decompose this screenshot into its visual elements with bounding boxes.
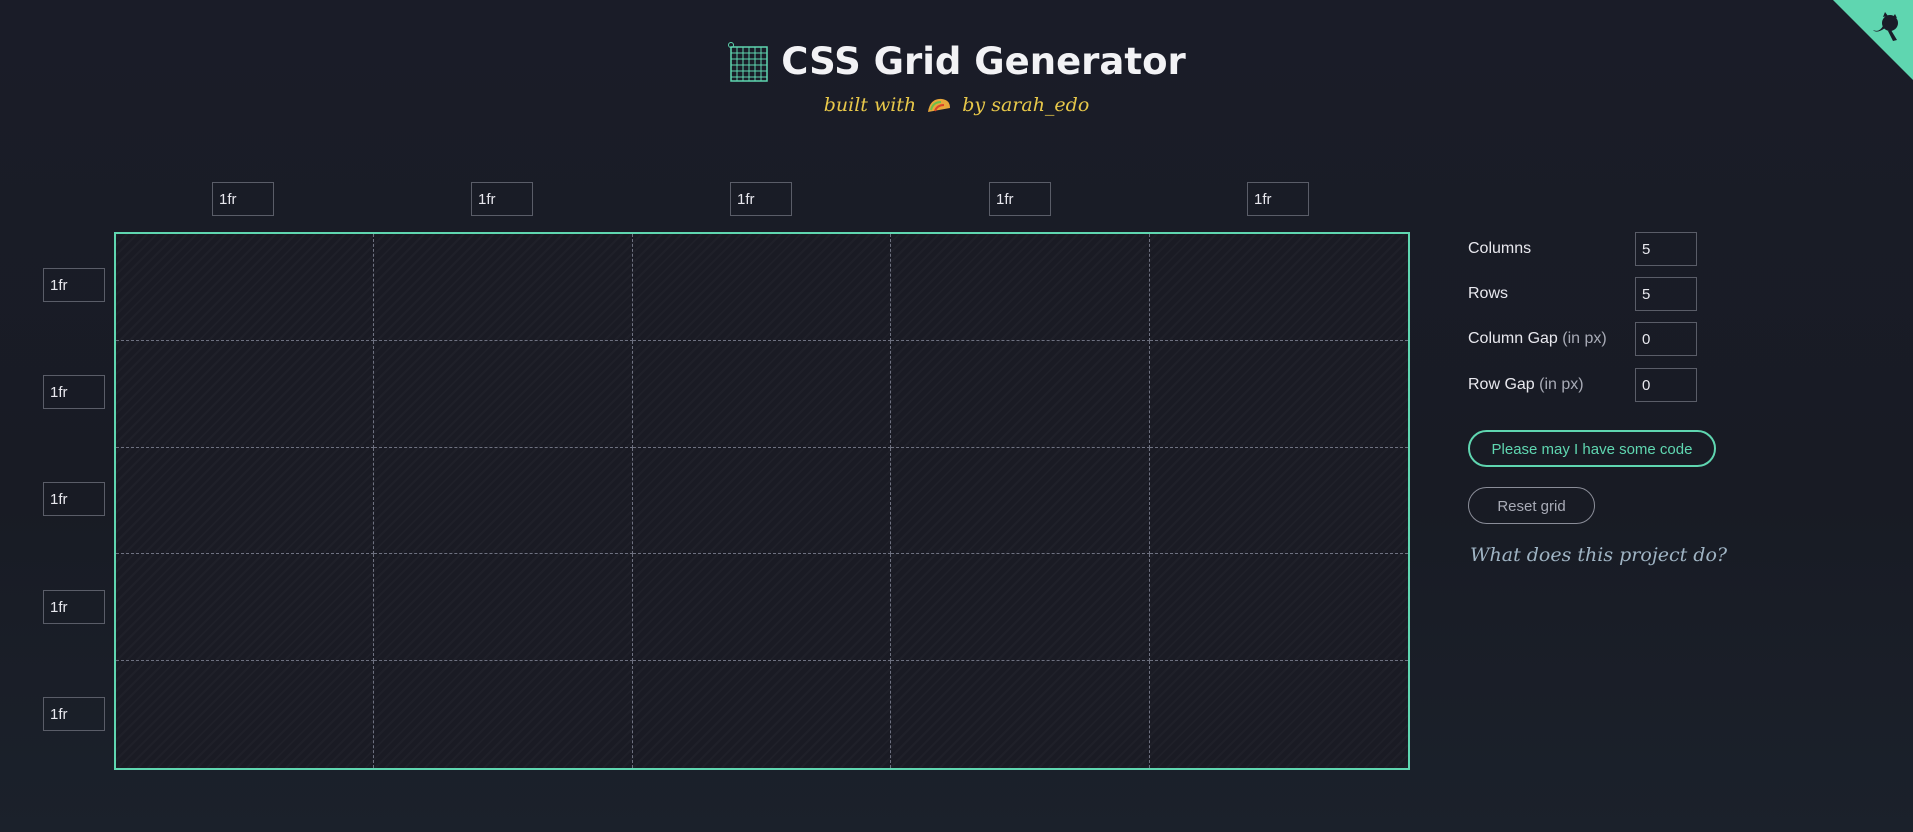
grid-cell[interactable] [891, 340, 1150, 448]
project-info-link[interactable]: What does this project do? [1470, 544, 1727, 566]
grid-cell[interactable] [374, 661, 633, 768]
grid-cell[interactable] [374, 340, 633, 448]
grid-area[interactable] [114, 232, 1410, 770]
grid-cell[interactable] [116, 447, 375, 555]
grid-cell[interactable] [116, 340, 375, 448]
columns-label: Columns [1468, 240, 1532, 257]
column-size-input-2[interactable] [471, 182, 533, 216]
row-gap-unit: (in px) [1539, 376, 1584, 393]
grid-cell[interactable] [374, 234, 633, 341]
page-title: CSS Grid Generator [781, 40, 1186, 83]
column-gap-label: Column Gap (in px) [1468, 322, 1607, 356]
grid-cell[interactable] [116, 234, 375, 341]
subtitle-suffix[interactable]: by sarah_edo [962, 94, 1089, 116]
grid-cell[interactable] [891, 554, 1150, 662]
column-size-input-3[interactable] [730, 182, 792, 216]
column-size-input-5[interactable] [1247, 182, 1309, 216]
grid-cell[interactable] [116, 661, 375, 768]
column-size-input-1[interactable] [212, 182, 274, 216]
grid-cell[interactable] [891, 661, 1150, 768]
row-size-input-4[interactable] [43, 590, 105, 624]
column-gap-unit: (in px) [1562, 330, 1607, 347]
grid-cell[interactable] [632, 234, 892, 341]
grid-cell[interactable] [632, 554, 892, 662]
title-row: CSS Grid Generator [727, 40, 1186, 83]
grid-cell[interactable] [1150, 661, 1408, 768]
subtitle-prefix: built with [823, 93, 917, 116]
grid-cell[interactable] [1149, 448, 1408, 555]
get-code-button[interactable]: Please may I have some code [1468, 430, 1716, 467]
row-size-input-2[interactable] [43, 375, 105, 409]
taco-icon [928, 98, 951, 112]
column-size-input-4[interactable] [989, 182, 1051, 216]
grid-cell[interactable] [1149, 234, 1408, 341]
row-size-input-3[interactable] [43, 482, 105, 516]
row-gap-input[interactable] [1635, 368, 1697, 402]
column-gap-label-text: Column Gap [1468, 330, 1558, 347]
grid-icon [728, 41, 768, 82]
column-gap-input[interactable] [1635, 322, 1697, 356]
row-size-input-1[interactable] [43, 268, 105, 302]
columns-count-input[interactable] [1635, 232, 1697, 266]
grid-cell[interactable] [1149, 554, 1408, 662]
page-header: CSS Grid Generator built with by sarah_e… [0, 40, 1913, 116]
rows-count-input[interactable] [1635, 277, 1697, 311]
page-subtitle: built with by sarah_edo [0, 94, 1913, 116]
grid-cell[interactable] [633, 661, 892, 768]
row-size-input-5[interactable] [43, 697, 105, 731]
grid-cell[interactable] [374, 554, 633, 662]
rows-label: Rows [1468, 285, 1509, 302]
reset-grid-button[interactable]: Reset grid [1468, 487, 1595, 524]
grid-cell[interactable] [891, 234, 1150, 341]
row-gap-label-text: Row Gap [1468, 376, 1535, 393]
row-gap-label: Row Gap (in px) [1468, 368, 1584, 402]
grid-cell[interactable] [632, 340, 892, 448]
grid-cell[interactable] [632, 447, 892, 555]
grid-cell[interactable] [374, 447, 633, 555]
grid-cell[interactable] [1149, 341, 1408, 448]
grid-cell[interactable] [891, 447, 1150, 555]
grid-cell[interactable] [116, 554, 375, 662]
